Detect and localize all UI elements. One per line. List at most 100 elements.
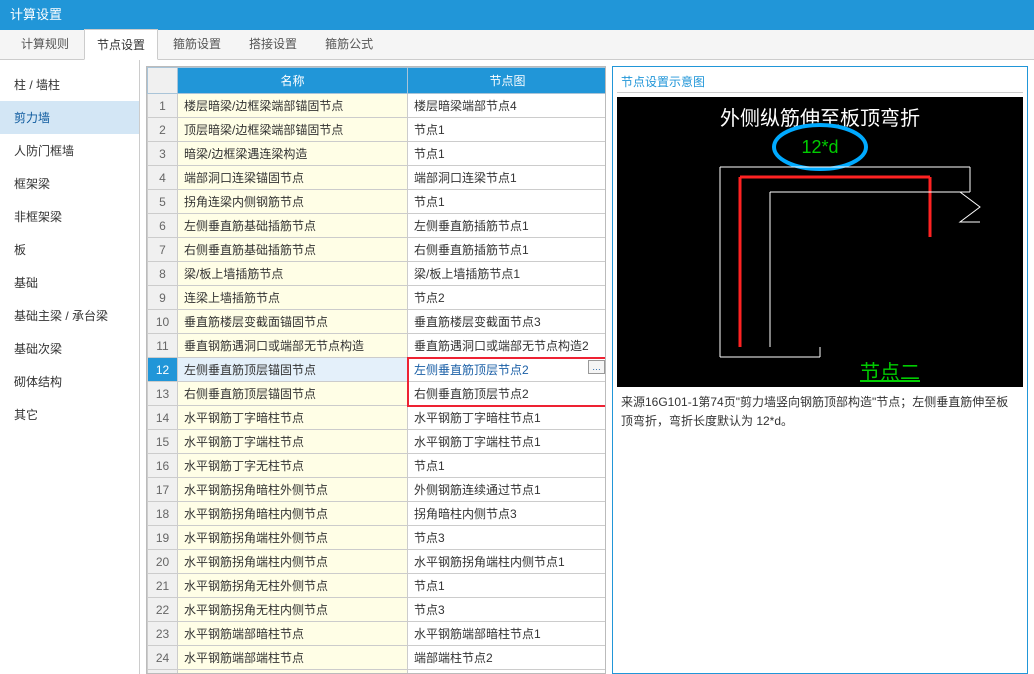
table-row[interactable]: 2顶层暗梁/边框梁端部锚固节点节点1 bbox=[148, 118, 607, 142]
node-table: 名称 节点图 1楼层暗梁/边框梁端部锚固节点楼层暗梁端部节点42顶层暗梁/边框梁… bbox=[147, 67, 606, 674]
sidebar-item-4[interactable]: 非框架梁 bbox=[0, 200, 139, 233]
row-number: 13 bbox=[148, 382, 178, 406]
row-name: 左侧垂直筋基础插筋节点 bbox=[178, 214, 408, 238]
row-number: 6 bbox=[148, 214, 178, 238]
table-row[interactable]: 13右侧垂直筋顶层锚固节点右侧垂直筋顶层节点2 bbox=[148, 382, 607, 406]
row-value[interactable]: 右侧垂直筋顶层节点2 bbox=[408, 382, 607, 406]
tab-4[interactable]: 箍筋公式 bbox=[312, 28, 386, 59]
row-name: 剪力墙遇框架柱/框支柱/端柱平齐一侧 bbox=[178, 670, 408, 674]
row-value[interactable]: 外侧钢筋连续通过节点1 bbox=[408, 478, 607, 502]
row-name: 右侧垂直筋顶层锚固节点 bbox=[178, 382, 408, 406]
table-row[interactable]: 19水平钢筋拐角端柱外侧节点节点3 bbox=[148, 526, 607, 550]
sidebar-item-8[interactable]: 基础次梁 bbox=[0, 332, 139, 365]
table-row[interactable]: 10垂直筋楼层变截面锚固节点垂直筋楼层变截面节点3 bbox=[148, 310, 607, 334]
table-row[interactable]: 9连梁上墙插筋节点节点2 bbox=[148, 286, 607, 310]
row-value[interactable]: 节点1 bbox=[408, 118, 607, 142]
row-name: 顶层暗梁/边框梁端部锚固节点 bbox=[178, 118, 408, 142]
table-row[interactable]: 3暗梁/边框梁遇连梁构造节点1 bbox=[148, 142, 607, 166]
row-value[interactable]: 梁/板上墙插筋节点1 bbox=[408, 262, 607, 286]
node-table-container: 名称 节点图 1楼层暗梁/边框梁端部锚固节点楼层暗梁端部节点42顶层暗梁/边框梁… bbox=[146, 66, 606, 674]
row-name: 水平钢筋拐角暗柱外侧节点 bbox=[178, 478, 408, 502]
table-row[interactable]: 15水平钢筋丁字端柱节点水平钢筋丁字端柱节点1 bbox=[148, 430, 607, 454]
row-value[interactable]: 节点2 bbox=[408, 670, 607, 674]
row-value[interactable]: 左侧垂直筋顶层节点2… bbox=[408, 358, 607, 382]
row-name: 右侧垂直筋基础插筋节点 bbox=[178, 238, 408, 262]
row-value[interactable]: 左侧垂直筋插筋节点1 bbox=[408, 214, 607, 238]
row-number: 10 bbox=[148, 310, 178, 334]
table-row[interactable]: 5拐角连梁内侧钢筋节点节点1 bbox=[148, 190, 607, 214]
row-value[interactable]: 垂直筋遇洞口或端部无节点构造2 bbox=[408, 334, 607, 358]
row-number: 3 bbox=[148, 142, 178, 166]
row-name: 楼层暗梁/边框梁端部锚固节点 bbox=[178, 94, 408, 118]
sidebar-item-5[interactable]: 板 bbox=[0, 233, 139, 266]
row-value[interactable]: 节点1 bbox=[408, 574, 607, 598]
row-value[interactable]: 端部洞口连梁节点1 bbox=[408, 166, 607, 190]
rownum-header bbox=[148, 68, 178, 94]
row-value[interactable]: 水平钢筋端部暗柱节点1 bbox=[408, 622, 607, 646]
sidebar-item-6[interactable]: 基础 bbox=[0, 266, 139, 299]
row-name: 左侧垂直筋顶层锚固节点 bbox=[178, 358, 408, 382]
table-row[interactable]: 21水平钢筋拐角无柱外侧节点节点1 bbox=[148, 574, 607, 598]
sidebar-item-1[interactable]: 剪力墙 bbox=[0, 101, 139, 134]
table-row[interactable]: 7右侧垂直筋基础插筋节点右侧垂直筋插筋节点1 bbox=[148, 238, 607, 262]
table-row[interactable]: 4端部洞口连梁锚固节点端部洞口连梁节点1 bbox=[148, 166, 607, 190]
table-row[interactable]: 8梁/板上墙插筋节点梁/板上墙插筋节点1 bbox=[148, 262, 607, 286]
tab-2[interactable]: 箍筋设置 bbox=[160, 28, 234, 59]
row-name: 拐角连梁内侧钢筋节点 bbox=[178, 190, 408, 214]
row-name: 端部洞口连梁锚固节点 bbox=[178, 166, 408, 190]
table-row[interactable]: 11垂直钢筋遇洞口或端部无节点构造垂直筋遇洞口或端部无节点构造2 bbox=[148, 334, 607, 358]
sidebar-item-3[interactable]: 框架梁 bbox=[0, 167, 139, 200]
sidebar-item-2[interactable]: 人防门框墙 bbox=[0, 134, 139, 167]
sidebar-item-0[interactable]: 柱 / 墙柱 bbox=[0, 68, 139, 101]
sidebar-item-7[interactable]: 基础主梁 / 承台梁 bbox=[0, 299, 139, 332]
row-number: 18 bbox=[148, 502, 178, 526]
table-row[interactable]: 20水平钢筋拐角端柱内侧节点水平钢筋拐角端柱内侧节点1 bbox=[148, 550, 607, 574]
row-value[interactable]: 垂直筋楼层变截面节点3 bbox=[408, 310, 607, 334]
preview-node-label: 节点二 bbox=[860, 361, 920, 384]
row-number: 9 bbox=[148, 286, 178, 310]
ellipsis-button[interactable]: … bbox=[588, 360, 605, 374]
row-value[interactable]: 节点3 bbox=[408, 598, 607, 622]
table-row[interactable]: 12左侧垂直筋顶层锚固节点左侧垂直筋顶层节点2… bbox=[148, 358, 607, 382]
row-value[interactable]: 节点1 bbox=[408, 142, 607, 166]
row-value[interactable]: 节点1 bbox=[408, 454, 607, 478]
row-value[interactable]: 节点1 bbox=[408, 190, 607, 214]
row-number: 16 bbox=[148, 454, 178, 478]
table-row[interactable]: 18水平钢筋拐角暗柱内侧节点拐角暗柱内侧节点3 bbox=[148, 502, 607, 526]
row-value[interactable]: 端部端柱节点2 bbox=[408, 646, 607, 670]
sidebar-item-10[interactable]: 其它 bbox=[0, 398, 139, 431]
table-row[interactable]: 1楼层暗梁/边框梁端部锚固节点楼层暗梁端部节点4 bbox=[148, 94, 607, 118]
table-row[interactable]: 6左侧垂直筋基础插筋节点左侧垂直筋插筋节点1 bbox=[148, 214, 607, 238]
row-number: 2 bbox=[148, 118, 178, 142]
row-number: 19 bbox=[148, 526, 178, 550]
row-value[interactable]: 水平钢筋拐角端柱内侧节点1 bbox=[408, 550, 607, 574]
row-number: 23 bbox=[148, 622, 178, 646]
tab-0[interactable]: 计算规则 bbox=[8, 28, 82, 59]
sidebar-item-9[interactable]: 砌体结构 bbox=[0, 365, 139, 398]
table-row[interactable]: 17水平钢筋拐角暗柱外侧节点外侧钢筋连续通过节点1 bbox=[148, 478, 607, 502]
table-row[interactable]: 25剪力墙遇框架柱/框支柱/端柱平齐一侧节点2 bbox=[148, 670, 607, 674]
row-value[interactable]: 节点2 bbox=[408, 286, 607, 310]
row-value[interactable]: 水平钢筋丁字端柱节点1 bbox=[408, 430, 607, 454]
value-header: 节点图 bbox=[408, 68, 607, 94]
row-value[interactable]: 右侧垂直筋插筋节点1 bbox=[408, 238, 607, 262]
row-number: 11 bbox=[148, 334, 178, 358]
preview-canvas: 外侧纵筋伸至板顶弯折 12*d bbox=[617, 97, 1023, 387]
table-row[interactable]: 16水平钢筋丁字无柱节点节点1 bbox=[148, 454, 607, 478]
row-value[interactable]: 楼层暗梁端部节点4 bbox=[408, 94, 607, 118]
table-row[interactable]: 24水平钢筋端部端柱节点端部端柱节点2 bbox=[148, 646, 607, 670]
table-row[interactable]: 14水平钢筋丁字暗柱节点水平钢筋丁字暗柱节点1 bbox=[148, 406, 607, 430]
row-name: 水平钢筋丁字无柱节点 bbox=[178, 454, 408, 478]
row-value[interactable]: 节点3 bbox=[408, 526, 607, 550]
row-name: 水平钢筋拐角暗柱内侧节点 bbox=[178, 502, 408, 526]
row-value[interactable]: 水平钢筋丁字暗柱节点1 bbox=[408, 406, 607, 430]
row-value[interactable]: 拐角暗柱内侧节点3 bbox=[408, 502, 607, 526]
row-number: 7 bbox=[148, 238, 178, 262]
sidebar: 柱 / 墙柱剪力墙人防门框墙框架梁非框架梁板基础基础主梁 / 承台梁基础次梁砌体… bbox=[0, 60, 140, 674]
row-number: 15 bbox=[148, 430, 178, 454]
row-number: 1 bbox=[148, 94, 178, 118]
table-row[interactable]: 23水平钢筋端部暗柱节点水平钢筋端部暗柱节点1 bbox=[148, 622, 607, 646]
table-row[interactable]: 22水平钢筋拐角无柱内侧节点节点3 bbox=[148, 598, 607, 622]
tab-1[interactable]: 节点设置 bbox=[84, 29, 158, 60]
tab-3[interactable]: 搭接设置 bbox=[236, 28, 310, 59]
